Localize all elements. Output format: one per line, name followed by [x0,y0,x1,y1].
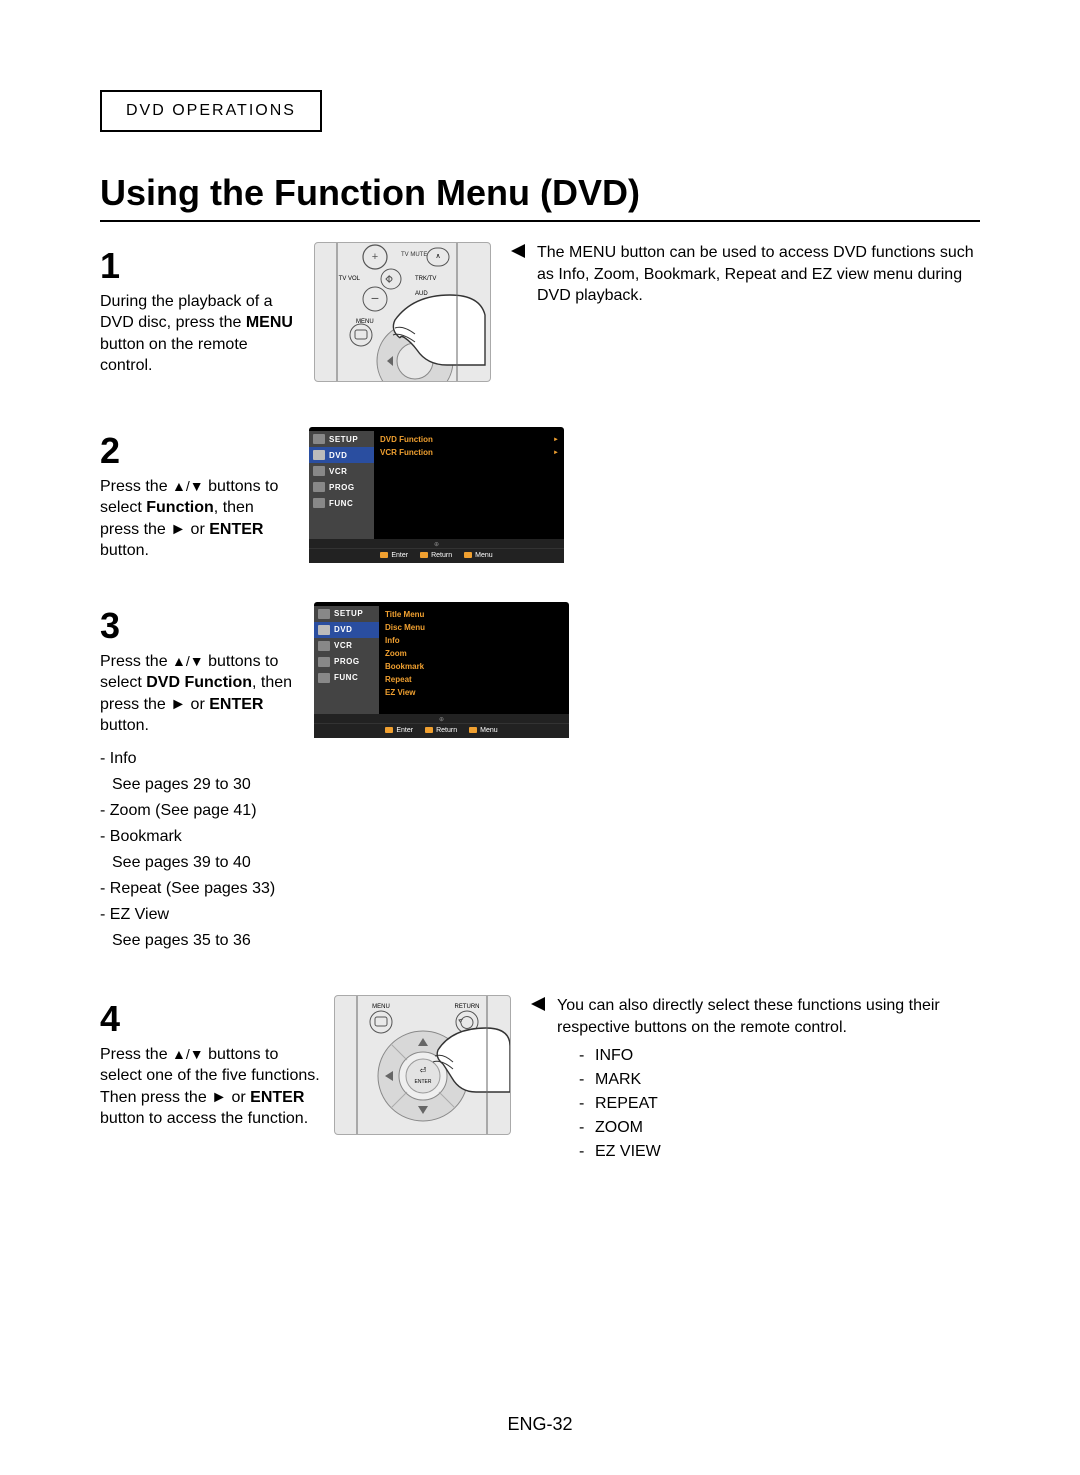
play-icon: ► [170,696,186,713]
step-3-text: 3 Press the ▲/▼ buttons to select DVD Fu… [100,602,300,955]
up-down-icon: ▲/▼ [172,653,204,669]
step-4-note: You can also directly select these funct… [537,995,980,1164]
step-number-2: 2 [100,430,120,471]
left-arrow-icon [511,244,525,258]
osd-footer-menu: Menu [464,552,493,559]
osd-tab-func: FUNC [314,670,379,686]
trk-label: TRK/TV [415,276,436,282]
osd-item-vcr-function: VCR Function► [380,446,558,459]
osd-item: Repeat [385,673,563,686]
note-item: INFO [579,1044,980,1068]
step-3-sublist: - Info See pages 29 to 30 - Zoom (See pa… [100,747,300,953]
osd-item-dvd-function: DVD Function► [380,433,558,446]
play-icon: ► [211,1089,227,1106]
note-item: REPEAT [579,1092,980,1116]
page-number: ENG-32 [0,1414,1080,1435]
osd-tab-dvd: DVD [309,447,374,463]
svg-text:−: − [371,290,379,306]
step-number-1: 1 [100,245,120,286]
osd-footer-enter: Enter [380,552,408,559]
step-3: 3 Press the ▲/▼ buttons to select DVD Fu… [100,602,980,955]
step-4: 4 Press the ▲/▼ buttons to select one of… [100,995,980,1164]
left-arrow-icon [531,997,545,1011]
osd-footer-menu: Menu [469,727,498,734]
right-arrow-icon: ► [553,450,558,456]
osd-figure-2: SETUP DVD VCR PROG FUNC DVD Function► VC… [309,427,564,561]
tv-mute-label: TV MUTE [401,252,427,258]
osd-item: Title Menu [385,608,563,621]
up-down-icon: ▲/▼ [172,1046,204,1062]
osd-tab-prog: PROG [314,654,379,670]
osd-item: Bookmark [385,660,563,673]
aud-label: AUD [415,291,428,297]
tv-vol-label: TV VOL [339,276,361,282]
remote-figure-1: + TV MUTE ∧ TV VOL TRK/TV − AUD MENU [314,242,491,387]
mute-icon [386,276,392,282]
osd-tab-vcr: VCR [314,638,379,654]
menu-label: MENU [372,1004,390,1010]
play-icon: ► [170,521,186,538]
enter-label: ENTER [415,1079,432,1085]
note-item: MARK [579,1068,980,1092]
osd-tab-dvd: DVD [314,622,379,638]
step-1: 1 During the playback of a DVD disc, pre… [100,242,980,387]
svg-text:+: + [372,251,378,263]
osd-footer-enter: Enter [385,727,413,734]
step-number-3: 3 [100,605,120,646]
remote-figure-4: MENU RETURN ⏎ ENTER [334,995,511,1140]
up-down-icon: ▲/▼ [172,478,204,494]
osd-footer-return: Return [425,727,457,734]
osd-figure-3: SETUP DVD VCR PROG FUNC Title Menu Disc … [314,602,569,736]
osd-tab-vcr: VCR [309,463,374,479]
step-1-text: 1 During the playback of a DVD disc, pre… [100,242,300,377]
osd-item: Zoom [385,647,563,660]
return-icon [459,1016,473,1028]
osd-tab-func: FUNC [309,495,374,511]
step-number-4: 4 [100,998,120,1039]
osd-footer-return: Return [420,552,452,559]
svg-text:⏎: ⏎ [420,1066,427,1075]
step-4-text: 4 Press the ▲/▼ buttons to select one of… [100,995,320,1130]
osd-tab-prog: PROG [309,479,374,495]
osd-tab-setup: SETUP [314,606,379,622]
osd-tab-setup: SETUP [309,431,374,447]
step-1-note: The MENU button can be used to access DV… [517,242,980,307]
return-label: RETURN [455,1004,480,1010]
svg-text:∧: ∧ [435,253,440,260]
osd-item: EZ View [385,686,563,699]
right-arrow-icon: ► [553,437,558,443]
note-item: ZOOM [579,1116,980,1140]
step-2: 2 Press the ▲/▼ buttons to select Functi… [100,427,980,562]
note-item: EZ VIEW [579,1140,980,1164]
osd-item: Info [385,634,563,647]
section-header: DVD OPERATIONS [100,90,322,132]
osd-item: Disc Menu [385,621,563,634]
page-title: Using the Function Menu (DVD) [100,172,980,222]
step-2-text: 2 Press the ▲/▼ buttons to select Functi… [100,427,295,562]
